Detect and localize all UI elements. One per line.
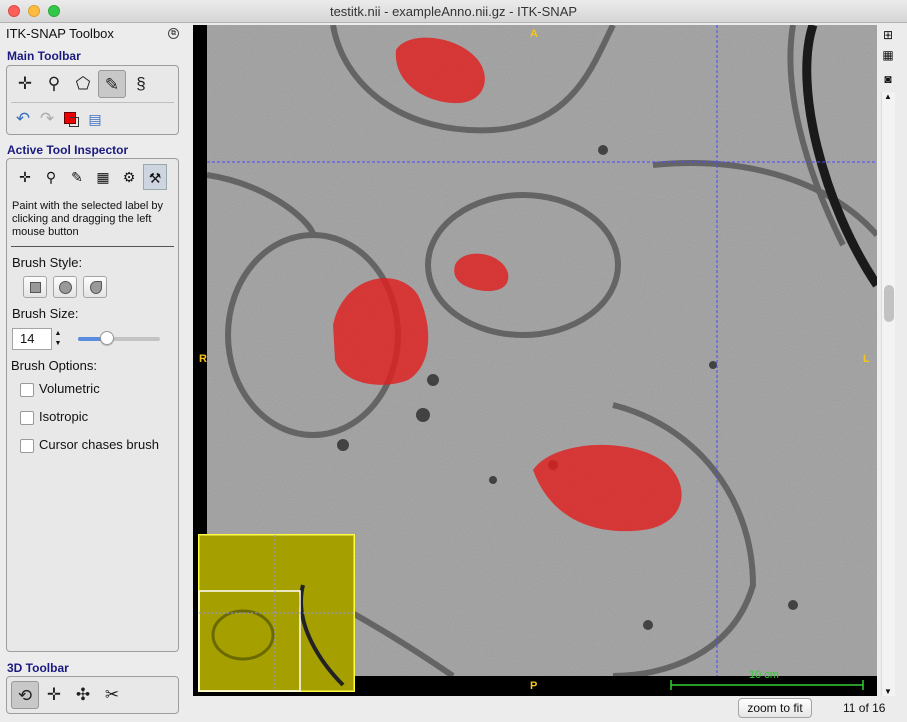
label-editor-icon[interactable]: ▤ (81, 105, 109, 133)
slice-image[interactable] (193, 25, 877, 696)
volumetric-checkbox[interactable] (20, 383, 34, 397)
maximize-window-button[interactable] (48, 5, 60, 17)
snake-icon[interactable]: § (127, 70, 155, 98)
slice-viewer[interactable]: A P R L 10 cm (193, 25, 877, 696)
zoom-to-fit-button[interactable]: zoom to fit (738, 698, 812, 718)
toolbar-3d: ⟲ ✛ ✣ ✂ (6, 676, 179, 714)
tools-icon[interactable]: ⚒ (143, 164, 167, 190)
crosshair-3d-icon[interactable]: ✛ (40, 681, 68, 709)
main-toolbar: ✛ ⚲ ⬠ ✎ § ↶ ↷ ▤ (6, 65, 179, 135)
slice-indicator: 11 of 16 (843, 701, 886, 715)
brush-size-stepper[interactable]: ▲ ▼ (52, 329, 64, 349)
toolbox-panel: ITK-SNAP Toolbox ⧉ Main Toolbar ✛ ⚲ ⬠ ✎ … (0, 23, 187, 722)
scroll-thumb[interactable] (884, 285, 894, 322)
orientation-right: L (863, 353, 870, 365)
scalpel-icon[interactable]: ✂ (98, 681, 126, 709)
scale-bar-label: 10 cm (749, 669, 779, 681)
polygon-icon[interactable]: ⬠ (69, 70, 97, 98)
crosshair-icon[interactable]: ✛ (13, 164, 37, 190)
circle-icon (59, 281, 72, 294)
inspector-tabs: ✛ ⚲ ✎ ▦ ⚙ ⚒ (11, 164, 177, 190)
scale-bar (670, 680, 864, 690)
scroll-up-icon[interactable]: ▲ (884, 92, 892, 101)
tool-inspector-panel: ✛ ⚲ ✎ ▦ ⚙ ⚒ Paint with the selected labe… (6, 158, 179, 652)
close-window-button[interactable] (8, 5, 20, 17)
window-titlebar: testitk.nii - exampleAnno.nii.gz - ITK-S… (0, 0, 907, 23)
paintbrush-icon[interactable]: ✎ (65, 164, 89, 190)
gear-icon[interactable]: ⚙ (117, 164, 141, 190)
help-divider (11, 246, 174, 247)
main-toolbar-title: Main Toolbar (7, 49, 81, 63)
minimize-window-button[interactable] (28, 5, 40, 17)
window-title: testitk.nii - exampleAnno.nii.gz - ITK-S… (329, 4, 578, 19)
toolbox-title: ITK-SNAP Toolbox (6, 26, 114, 41)
spray-icon[interactable]: ✣ (69, 681, 97, 709)
brush-size-slider[interactable] (78, 337, 160, 341)
square-icon (30, 282, 41, 293)
brush-adaptive-button[interactable] (83, 276, 107, 298)
grid-icon[interactable]: ▦ (880, 47, 896, 63)
crosshair-icon[interactable]: ✛ (11, 70, 39, 98)
brush-style-label: Brush Style: (12, 255, 83, 270)
toolbar-divider (11, 102, 174, 103)
orientation-bottom: P (530, 680, 538, 692)
cursor-chases-checkbox[interactable] (20, 439, 34, 453)
tool-help-text: Paint with the selected label by clickin… (12, 200, 164, 238)
brush-options-label: Brush Options: (11, 358, 97, 373)
brush-square-button[interactable] (23, 276, 47, 298)
slice-scrollbar[interactable]: ▲ ▼ (881, 92, 895, 696)
scroll-down-icon[interactable]: ▼ (884, 687, 892, 696)
isotropic-label: Isotropic (39, 409, 89, 424)
rotate-3d-icon[interactable]: ⟲ (11, 681, 39, 709)
layout-icon[interactable]: ⊞ (880, 27, 896, 43)
brush-size-label: Brush Size: (12, 306, 79, 321)
layer-icon[interactable]: ▦ (91, 164, 115, 190)
brush-size-input[interactable]: 14 (12, 328, 52, 350)
inspector-title: Active Tool Inspector (7, 143, 129, 157)
camera-icon[interactable]: ◙ (880, 71, 896, 87)
adaptive-brush-icon (90, 281, 102, 294)
toolbar3d-title: 3D Toolbar (7, 661, 69, 675)
navigation-thumbnail (198, 534, 355, 692)
orientation-left: R (199, 353, 207, 365)
brush-size-slider-handle[interactable] (99, 331, 114, 345)
cursor-chases-label: Cursor chases brush (39, 437, 159, 452)
volumetric-label: Volumetric (39, 381, 100, 396)
zoom-icon[interactable]: ⚲ (40, 70, 68, 98)
zoom-icon[interactable]: ⚲ (39, 164, 63, 190)
brush-round-button[interactable] (53, 276, 77, 298)
paintbrush-icon[interactable]: ✎ (98, 70, 126, 98)
undock-icon[interactable]: ⧉ (168, 28, 179, 39)
isotropic-checkbox[interactable] (20, 411, 34, 425)
orientation-top: A (530, 28, 538, 40)
